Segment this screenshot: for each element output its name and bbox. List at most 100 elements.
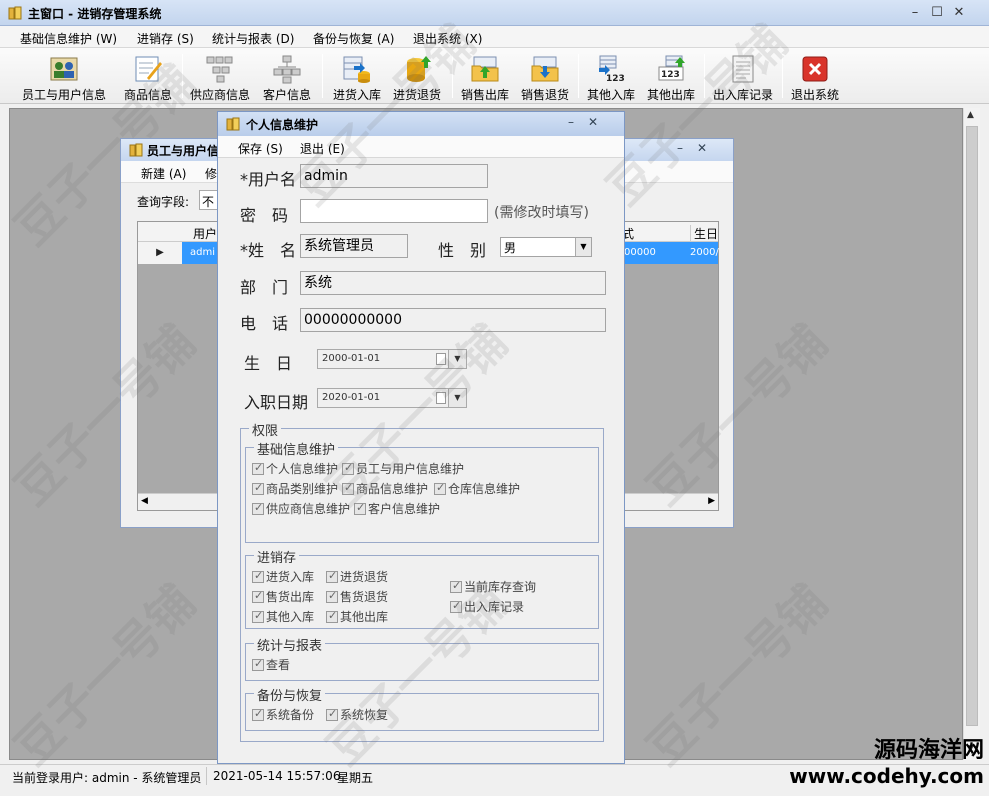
toolbar-log-button[interactable]: 出入库记录: [708, 50, 778, 102]
chevron-down-icon[interactable]: ▼: [575, 238, 591, 256]
menu-reports[interactable]: 统计与报表 (D): [212, 30, 294, 47]
db-out-icon: [407, 56, 431, 82]
toolbar-separator: [704, 54, 705, 98]
grid-cell: admi: [190, 247, 215, 258]
org-icon: [273, 55, 301, 84]
dialog-menu-exit[interactable]: 退出 (E): [300, 140, 345, 157]
perm-sales-out[interactable]: 售货出库: [252, 588, 314, 605]
backup-title: 备份与恢复: [254, 685, 326, 704]
password-hint: (需修改时填写): [494, 205, 589, 221]
date-checkbox[interactable]: [436, 392, 446, 404]
app-icon: [8, 6, 22, 20]
maximize-button[interactable]: ☐: [928, 4, 946, 22]
name-field[interactable]: 系统管理员: [300, 234, 408, 258]
chevron-down-icon[interactable]: ▼: [448, 350, 466, 368]
child-minimize-button[interactable]: –: [677, 141, 683, 155]
personal-info-dialog: 个人信息维护 – ✕ 保存 (S) 退出 (E) *用户名 admin 密 码 …: [217, 111, 625, 764]
phone-field[interactable]: 00000000000: [300, 308, 606, 332]
toolbar-supplier-button[interactable]: 供应商信息: [186, 50, 254, 102]
perm-staff-user-info[interactable]: 员工与用户信息维护: [342, 460, 464, 477]
child-menu-new[interactable]: 新建 (A): [141, 165, 186, 182]
password-field[interactable]: [300, 199, 488, 223]
dialog-minimize-button[interactable]: –: [568, 115, 574, 129]
org-icon: [206, 56, 233, 83]
perm-goods-info[interactable]: 商品信息维护: [342, 480, 428, 497]
gender-select[interactable]: 男 ▼: [500, 237, 592, 257]
username-field[interactable]: admin: [300, 164, 488, 188]
status-current-user: 当前登录用户: admin - 系统管理员: [12, 771, 202, 785]
mdi-vertical-scrollbar[interactable]: ▲ ▼: [963, 108, 980, 760]
toolbar-other-in-button[interactable]: 123 其他入库: [582, 50, 640, 102]
chevron-down-icon[interactable]: ▼: [448, 389, 466, 407]
main-title-bar: 主窗口 - 进销存管理系统 – ☐ ✕: [0, 0, 989, 26]
perm-warehouse-info[interactable]: 仓库信息维护: [434, 480, 520, 497]
perm-system-restore[interactable]: 系统恢复: [326, 706, 388, 723]
perm-other-in[interactable]: 其他入库: [252, 608, 314, 625]
dialog-menu-bar: 保存 (S) 退出 (E): [218, 136, 624, 158]
toolbar-separator: [578, 54, 579, 98]
menu-exit[interactable]: 退出系统 (X): [413, 30, 482, 47]
edit-icon: [135, 56, 162, 82]
hire-date-picker[interactable]: 2020-01-01 ▼: [317, 388, 467, 408]
checkbox-icon: [252, 481, 264, 495]
checkbox-icon: [252, 657, 264, 671]
birthday-value: 2000-01-01: [322, 353, 381, 364]
toolbar-other-out-button[interactable]: 123 其他出库: [642, 50, 700, 102]
perm-purchase-in[interactable]: 进货入库: [252, 568, 314, 585]
close-button[interactable]: ✕: [950, 4, 968, 22]
perm-inout-log[interactable]: 出入库记录: [450, 598, 524, 615]
perm-sales-return[interactable]: 售货退货: [326, 588, 388, 605]
users-icon: [50, 57, 78, 81]
status-datetime: 2021-05-14 15:57:06: [213, 769, 341, 783]
checkbox-icon: [252, 707, 264, 721]
dialog-menu-save[interactable]: 保存 (S): [238, 140, 283, 157]
checkbox-icon: [252, 501, 264, 515]
toolbar-sales-out-button[interactable]: 销售出库: [456, 50, 514, 102]
toolbar-exit-button[interactable]: 退出系统: [786, 50, 844, 102]
toolbar-goods-button[interactable]: 商品信息: [118, 50, 178, 102]
date-checkbox[interactable]: [436, 353, 446, 365]
toolbar-purchase-in-button[interactable]: 进货入库: [328, 50, 386, 102]
birthday-picker[interactable]: 2000-01-01 ▼: [317, 349, 467, 369]
grid-cell: 2000/: [690, 247, 719, 258]
perm-supplier-info[interactable]: 供应商信息维护: [252, 500, 350, 517]
toolbar-users-button[interactable]: 员工与用户信息: [18, 50, 110, 102]
department-label: 部 门: [240, 278, 289, 297]
scroll-thumb[interactable]: [966, 126, 978, 726]
backup-group: 备份与恢复 系统备份 系统恢复: [245, 685, 599, 731]
perm-view-report[interactable]: 查看: [252, 656, 290, 673]
minimize-button[interactable]: –: [906, 4, 924, 22]
checkbox-icon: [354, 501, 366, 515]
perm-customer-info[interactable]: 客户信息维护: [354, 500, 440, 517]
scroll-left-icon[interactable]: ◀: [141, 496, 148, 506]
scroll-up-icon[interactable]: ▲: [967, 110, 974, 120]
stock-group: 进销存 进货入库 进货退货 售货出库 售货退货 其他入库 其他出库 当前库存查询…: [245, 547, 599, 629]
gender-label: 性 别: [438, 241, 487, 260]
dialog-close-button[interactable]: ✕: [588, 115, 598, 129]
checkbox-icon: [326, 707, 338, 721]
toolbar-customer-button[interactable]: 客户信息: [258, 50, 316, 102]
stock-title: 进销存: [254, 547, 300, 566]
perm-purchase-return[interactable]: 进货退货: [326, 568, 388, 585]
checkbox-icon: [326, 589, 338, 603]
child-close-button[interactable]: ✕: [697, 141, 707, 155]
toolbar-sales-return-button[interactable]: 销售退货: [516, 50, 574, 102]
perm-category[interactable]: 商品类别维护: [252, 480, 338, 497]
menu-bar: 基础信息维护 (W) 进销存 (S) 统计与报表 (D) 备份与恢复 (A) 退…: [0, 26, 989, 48]
toolbar-purchase-return-button[interactable]: 进货退货: [388, 50, 446, 102]
permissions-group: 权限 基础信息维护 个人信息维护 员工与用户信息维护 商品类别维护 商品信息维护…: [240, 420, 604, 742]
app-icon: [226, 117, 240, 131]
perm-system-backup[interactable]: 系统备份: [252, 706, 314, 723]
child-menu-edit[interactable]: 修: [205, 165, 217, 182]
perm-other-out[interactable]: 其他出库: [326, 608, 388, 625]
db-in-icon: [343, 56, 370, 83]
num-in-icon: 123: [599, 55, 625, 84]
menu-backup[interactable]: 备份与恢复 (A): [313, 30, 394, 47]
menu-basic-info[interactable]: 基础信息维护 (W): [20, 30, 117, 47]
perm-current-stock[interactable]: 当前库存查询: [450, 578, 536, 595]
dialog-title: 个人信息维护: [246, 118, 319, 132]
menu-stock[interactable]: 进销存 (S): [137, 30, 194, 47]
scroll-right-icon[interactable]: ▶: [708, 496, 715, 506]
department-field[interactable]: 系统: [300, 271, 606, 295]
perm-personal-info[interactable]: 个人信息维护: [252, 460, 338, 477]
